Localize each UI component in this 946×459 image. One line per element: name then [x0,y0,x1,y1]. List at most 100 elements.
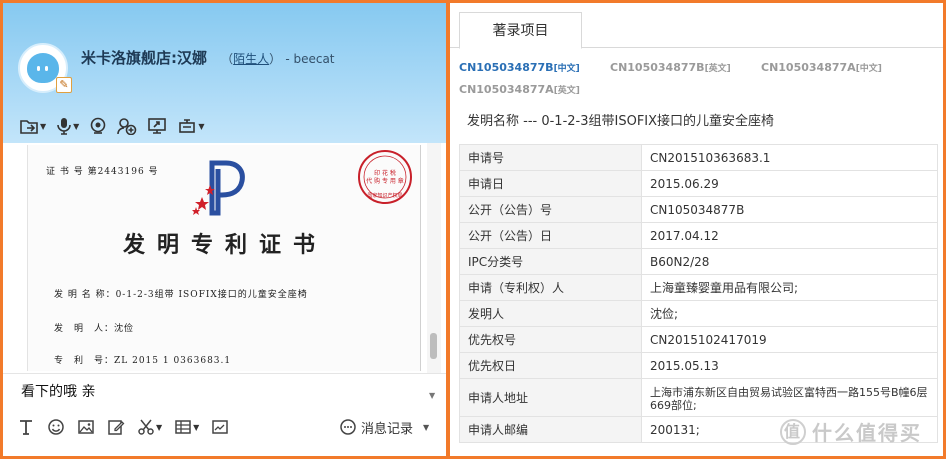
table-row: 优先权日 2015.05.13 [459,352,938,379]
field-label: 优先权日 [459,352,642,379]
field-value: 2017.04.12 [641,222,938,249]
doc-link-cn-b-en[interactable]: CN105034877B[英文] [610,61,731,74]
chevron-down-icon: ▼ [40,121,47,131]
field-value: 上海童臻婴童用品有限公司; [641,274,938,301]
voice-button[interactable]: ▼ [56,115,79,137]
table-icon [175,420,191,434]
contact-line: 米卡洛旗舰店:汉娜 （陌生人） - beecat [81,47,335,71]
table-row: 优先权号 CN2015102417019 [459,326,938,353]
chevron-down-icon: ▼ [423,422,430,432]
certificate-number: 证 书 号 第2443196 号 [46,167,159,177]
collapse-arrow-icon[interactable]: ▼ [429,391,435,400]
svg-text:代 购 专 用 章: 代 购 专 用 章 [366,177,404,185]
watermark-text: 什么值得买 [812,421,922,445]
image-icon [78,420,94,434]
field-value: 沈俭; [641,300,938,327]
certificate-title: 发明专利证书 [122,232,327,258]
chat-header: ✎ 米卡洛旗舰店:汉娜 （陌生人） - beecat ▼ ▼ ▼ [3,3,446,143]
chat-bubble-icon [340,419,356,435]
chat-toolbar-top: ▼ ▼ ▼ [19,115,214,137]
message-history-button[interactable]: 消息记录 ▼ [339,415,429,439]
message-history-label: 消息记录 [361,421,414,437]
table-button[interactable]: ▼ [174,416,199,438]
table-row: 申请号 CN201510363683.1 [459,144,938,171]
video-button[interactable] [89,115,107,137]
watermark-badge-icon: 值 [780,418,806,445]
remote-assist-button[interactable] [147,115,167,137]
certificate-invention-name: 发 明 名 称：0-1-2-3组带 ISOFIX接口的儿童安全座椅 [54,290,308,300]
font-button[interactable] [17,416,35,438]
projector-icon [179,119,196,133]
edit-icon [108,420,125,435]
table-row: 申请日 2015.06.29 [459,170,938,197]
field-label: 公开（公告）号 [459,196,642,223]
file-transfer-button[interactable]: ▼ [19,115,46,137]
patent-record-panel: 著录项目 CN105034877B[中文] CN105034877B[英文] C… [450,3,943,456]
message-input[interactable]: 看下的哦 亲 [21,381,95,401]
app-button[interactable]: ▼ [177,115,204,137]
invention-title: 发明名称 --- 0-1-2-3组带ISOFIX接口的儿童安全座椅 [467,114,775,129]
folder-send-icon [20,120,38,134]
field-value: CN105034877B [641,196,938,223]
tab-bar: 著录项目 [450,3,943,49]
table-row: 申请（专利权）人 上海童臻婴童用品有限公司; [459,274,938,301]
doc-link-cn-b-zh[interactable]: CN105034877B[中文] [459,61,580,74]
scrollbar-thumb[interactable] [430,333,437,359]
font-icon [20,420,32,435]
table-row: 公开（公告）日 2017.04.12 [459,222,938,249]
avatar-face-icon [27,53,59,83]
field-label: 发明人 [459,300,642,327]
official-seal-icon: 印 花 税 代 购 专 用 章 国家知识产权局 [358,150,412,204]
field-value: CN2015102417019 [641,326,938,353]
patent-certificate-image[interactable]: 证 书 号 第2443196 号 印 花 税 代 购 专 用 章 国家知识产权局… [27,145,421,371]
bibliographic-table: 申请号 CN201510363683.1 申请日 2015.06.29 公开（公告）号 C… [459,144,938,443]
table-row: 申请人地址 上海市浦东新区自由贸易试验区富特西一路155号B幢6层669部位; [459,378,938,417]
svg-text:印 花 税: 印 花 税 [374,169,396,177]
field-label: 申请人地址 [459,378,642,417]
svg-text:国家知识产权局: 国家知识产权局 [367,192,402,199]
divider [3,373,446,374]
edit-button[interactable] [107,416,125,438]
edit-badge-icon: ✎ [56,77,72,93]
contact-tag: （陌生人） [221,52,282,66]
patent-office-logo-icon [192,160,245,216]
doc-link-cn-a-en[interactable]: CN105034877A[英文] [459,83,580,96]
watermark: 值 什么值得买 [780,417,922,446]
tab-bibliographic[interactable]: 著录项目 [459,12,582,49]
chevron-down-icon: ▼ [73,121,80,131]
field-label: 申请号 [459,144,642,171]
emoji-button[interactable] [47,416,65,438]
table-row: IPC分类号 B60N2/28 [459,248,938,275]
smiley-icon [48,419,64,435]
field-value: CN201510363683.1 [641,144,938,171]
field-label: 申请（专利权）人 [459,274,642,301]
add-contact-button[interactable] [117,115,137,137]
contact-name[interactable]: 米卡洛旗舰店:汉娜 [81,49,207,67]
field-label: 申请人邮编 [459,416,642,443]
chevron-down-icon: ▼ [156,422,163,432]
image-button[interactable] [77,416,95,438]
add-user-icon [117,118,137,135]
screenshot-button[interactable]: ▼ [137,416,162,438]
scissors-icon [138,419,154,435]
field-label: 优先权号 [459,326,642,353]
field-label: IPC分类号 [459,248,642,275]
message-history-area[interactable]: 证 书 号 第2443196 号 印 花 税 代 购 专 用 章 国家知识产权局… [3,143,446,373]
table-row: 公开（公告）号 CN105034877B [459,196,938,223]
field-label: 申请日 [459,170,642,197]
certificate-inventor: 发 明 人：沈俭 [54,324,135,334]
certificate-patent-number: 专 利 号：ZL 2015 1 0363683.1 [54,356,232,366]
scrollbar[interactable] [427,143,441,373]
chevron-down-icon: ▼ [198,121,205,131]
stranger-link[interactable]: 陌生人 [233,52,269,66]
field-value: B60N2/28 [641,248,938,275]
chart-button[interactable] [211,416,229,438]
camera-icon [91,117,106,134]
table-row: 发明人 沈俭; [459,300,938,327]
chart-window-icon [212,420,229,434]
field-label: 公开（公告）日 [459,222,642,249]
chevron-down-icon: ▼ [193,422,200,432]
chat-window: ✎ 米卡洛旗舰店:汉娜 （陌生人） - beecat ▼ ▼ ▼ 证 书 号 第… [3,3,446,456]
doc-link-cn-a-zh[interactable]: CN105034877A[中文] [761,61,882,74]
field-value: 2015.05.13 [641,352,938,379]
